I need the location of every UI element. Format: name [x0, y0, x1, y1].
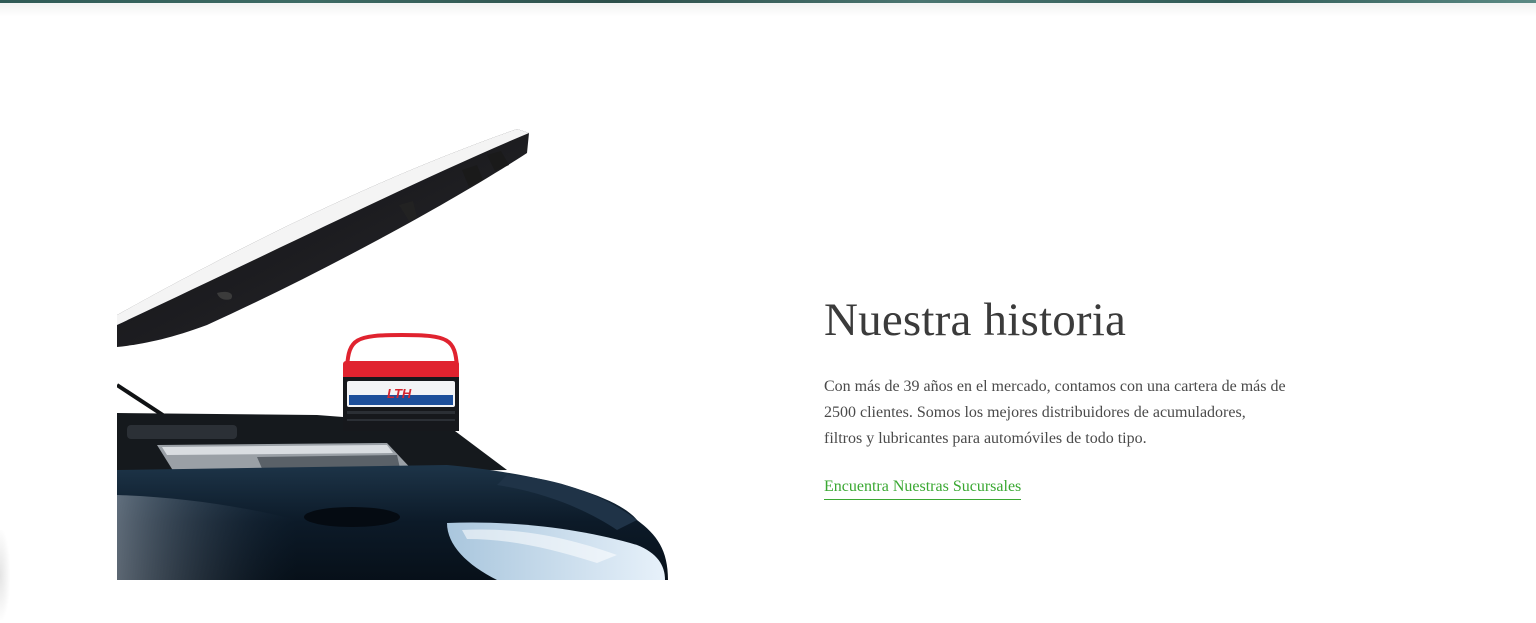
- left-edge-shadow: [0, 530, 10, 620]
- car-hood: [117, 129, 529, 347]
- car-body: [117, 465, 668, 580]
- section-description: Con más de 39 años en el mercado, contam…: [824, 378, 1286, 447]
- battery: LTH: [343, 332, 459, 431]
- find-branches-link[interactable]: Encuentra Nuestras Sucursales: [824, 476, 1022, 500]
- car-battery-image: LTH: [117, 129, 668, 580]
- section-title: Nuestra historia: [824, 294, 1127, 346]
- top-banner-shadow: [0, 3, 1536, 17]
- history-section: Nuestra historia Con más de 39 años en e…: [824, 290, 1294, 500]
- battery-brand-logo: LTH: [387, 386, 412, 401]
